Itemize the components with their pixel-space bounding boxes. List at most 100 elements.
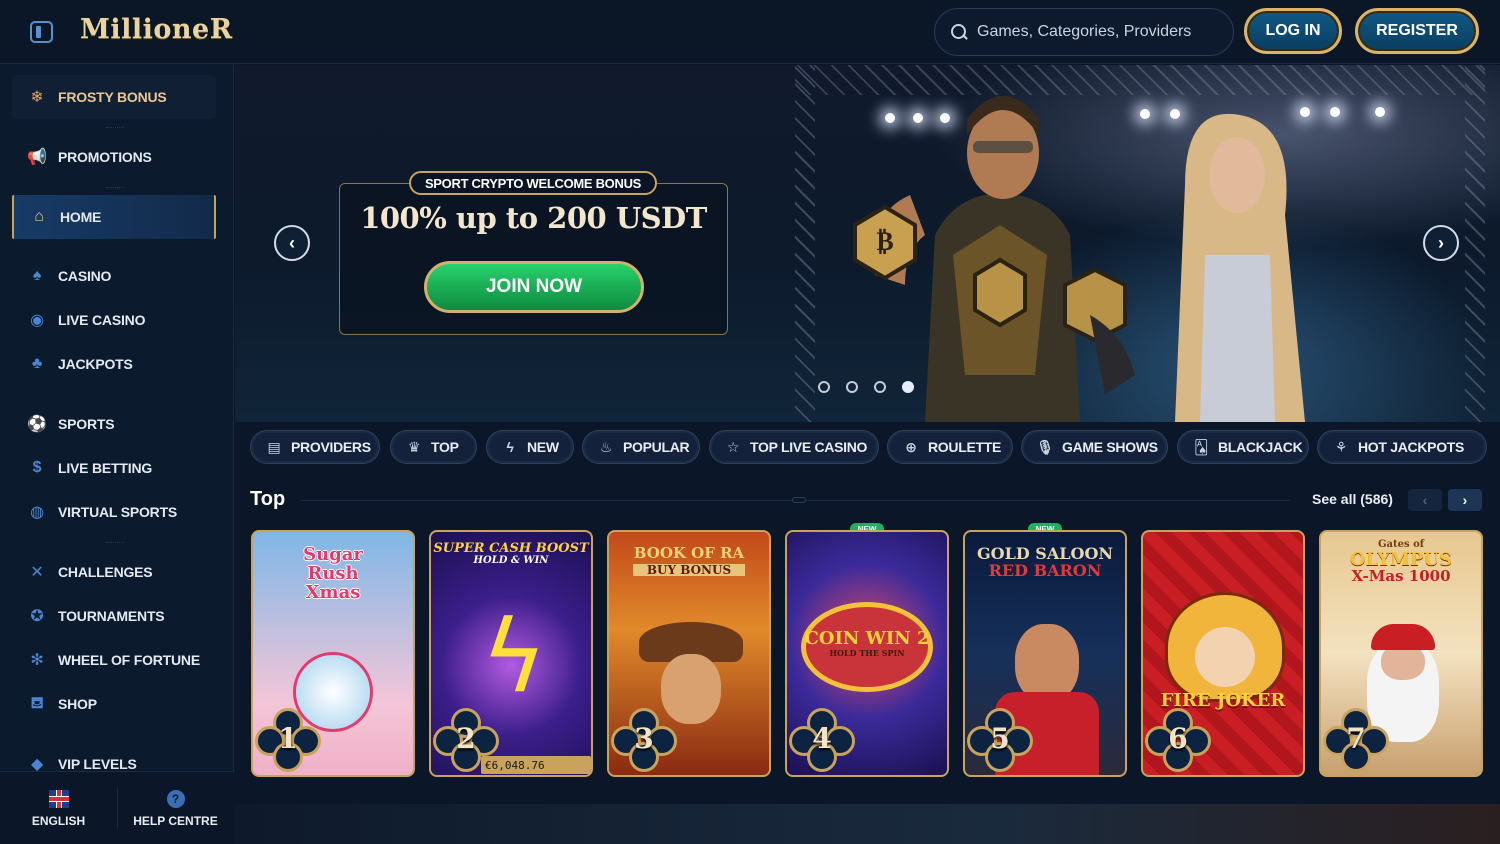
carousel-prev-button[interactable]: ‹: [274, 225, 310, 261]
home-icon: ⌂: [34, 208, 44, 225]
sidebar-item-label: PROMOTIONS: [58, 149, 152, 165]
tab-roulette[interactable]: ⊕ ROULETTE: [887, 430, 1013, 464]
carousel-dot-active[interactable]: [902, 381, 914, 393]
game-card[interactable]: FIRE JOKER 6: [1141, 530, 1305, 777]
game-title-line: BUY BONUS: [633, 564, 745, 577]
tab-blackjack[interactable]: 🂡 BLACKJACK: [1177, 430, 1309, 464]
sidebar-item-virtual-sports[interactable]: ◍ VIRTUAL SPORTS: [12, 490, 216, 534]
search-bar[interactable]: [934, 8, 1234, 56]
flame-icon: ♨: [599, 438, 613, 455]
help-centre-link[interactable]: ? HELP CENTRE: [117, 772, 234, 844]
game-card[interactable]: COIN WIN 2 HOLD THE SPIN 4: [785, 530, 949, 777]
sidebar-item-live-betting[interactable]: $ LIVE BETTING: [12, 446, 216, 490]
tab-top[interactable]: ♛ TOP: [390, 430, 477, 464]
tab-hot-jackpots[interactable]: ⚘ HOT JACKPOTS: [1317, 430, 1487, 464]
carousel-dot[interactable]: [874, 381, 886, 393]
sidebar-item-label: TOURNAMENTS: [58, 608, 165, 624]
sidebar-item-shop[interactable]: ⛾ SHOP: [12, 682, 216, 726]
game-title-line: HOLD & WIN: [473, 554, 549, 566]
tab-top-live-casino[interactable]: ☆ TOP LIVE CASINO: [709, 430, 879, 464]
games-next-button[interactable]: ›: [1448, 489, 1482, 511]
tab-new[interactable]: ϟ NEW: [486, 430, 574, 464]
carousel-dots: [818, 381, 914, 393]
game-card[interactable]: BOOK OF RA BUY BONUS 3: [607, 530, 771, 777]
sidebar-item-label: CHALLENGES: [58, 564, 153, 580]
santa-hat-image: [1371, 624, 1435, 650]
lightning-bolt-image: ϟ: [481, 598, 547, 715]
uk-flag-icon: [48, 789, 69, 808]
sidebar-item-tournaments[interactable]: ✪ TOURNAMENTS: [12, 594, 216, 638]
game-title-line: SUPER CASH BOOST: [433, 541, 589, 556]
star-icon: ☆: [726, 438, 740, 455]
sidebar-item-label: LIVE BETTING: [58, 460, 153, 476]
sidebar-item-label: SHOP: [58, 696, 97, 712]
sidebar: ❄ FROSTY BONUS 📢 PROMOTIONS ⌂ HOME ♠ CAS…: [0, 64, 234, 844]
divider: [106, 187, 124, 191]
rank-number: 2: [456, 722, 476, 755]
carousel-dot[interactable]: [818, 381, 830, 393]
globe-icon: ◍: [30, 504, 44, 521]
search-icon: [951, 24, 967, 40]
games-prev-button[interactable]: ‹: [1408, 489, 1442, 511]
rank-badge: 2: [433, 708, 499, 774]
tab-providers[interactable]: ▤ PROVIDERS: [250, 430, 380, 464]
rank-badge: 4: [789, 708, 855, 774]
rank-number: 4: [812, 722, 832, 755]
section-title: Top: [250, 488, 286, 510]
chevron-right-icon: ›: [1462, 492, 1468, 508]
sidebar-item-label: CASINO: [58, 268, 112, 284]
stage-light: [1330, 107, 1340, 117]
sidebar-item-challenges[interactable]: ✕ CHALLENGES: [12, 550, 216, 594]
stage-truss: [795, 65, 815, 422]
game-card[interactable]: SUPER CASH BOOST HOLD & WIN ϟ €6,048.76 …: [429, 530, 593, 777]
game-card[interactable]: GOLD SALOON RED BARON 5: [963, 530, 1127, 777]
sidebar-toggle-icon[interactable]: [30, 21, 53, 43]
hero-banner[interactable]: ₿ SPORT CRYPTO WELCOME BONUS 100% up to …: [235, 65, 1500, 422]
sidebar-item-wheel-of-fortune[interactable]: ✻ WHEEL OF FORTUNE: [12, 638, 216, 682]
stage-truss: [1465, 65, 1485, 422]
microphone-icon: 🎙: [1036, 438, 1054, 455]
carousel-dot[interactable]: [846, 381, 858, 393]
chevron-left-icon: ‹: [1422, 492, 1428, 508]
language-label: ENGLISH: [31, 813, 86, 828]
lightning-icon: ϟ: [506, 439, 514, 455]
site-logo[interactable]: MillioneR: [80, 14, 233, 45]
sidebar-item-jackpots[interactable]: ♣ JACKPOTS: [12, 342, 216, 386]
tab-popular[interactable]: ♨ POPULAR: [582, 430, 700, 464]
tab-label: HOT JACKPOTS: [1358, 439, 1465, 455]
carousel-next-button[interactable]: ›: [1423, 225, 1459, 261]
rank-badge: 3: [611, 708, 677, 774]
svg-text:₿: ₿: [876, 227, 893, 257]
rank-badge: 7: [1323, 708, 1389, 774]
promo-tag: SPORT CRYPTO WELCOME BONUS: [409, 171, 657, 195]
game-card[interactable]: Gates of OLYMPUS X-Mas 1000 7: [1319, 530, 1483, 777]
sidebar-item-frosty-bonus[interactable]: ❄ FROSTY BONUS: [12, 75, 216, 119]
promo-title: 100% up to 200 USDT: [360, 201, 707, 235]
join-now-button[interactable]: JOIN NOW: [424, 261, 644, 313]
divider: [106, 542, 124, 546]
login-button[interactable]: LOG IN: [1244, 8, 1342, 54]
game-title: SUPER CASH BOOST HOLD & WIN: [431, 542, 591, 566]
sidebar-item-label: VIP LEVELS: [58, 756, 137, 772]
game-title-line: BOOK OF RA: [633, 544, 745, 562]
horn-icon: ⚘: [1334, 438, 1348, 455]
sidebar-item-sports[interactable]: ⚽ SPORTS: [12, 402, 216, 446]
sidebar-item-home[interactable]: ⌂ HOME: [12, 195, 216, 239]
basket-icon: ⛾: [30, 695, 44, 712]
sidebar-item-promotions[interactable]: 📢 PROMOTIONS: [12, 135, 216, 179]
sidebar-item-live-casino[interactable]: ◉ LIVE CASINO: [12, 298, 216, 342]
game-card[interactable]: Sugar Rush Xmas 1: [251, 530, 415, 777]
book-icon: ▤: [267, 438, 281, 455]
language-selector[interactable]: ENGLISH: [0, 772, 117, 844]
search-input[interactable]: [977, 23, 1217, 41]
game-title: BOOK OF RA BUY BONUS: [609, 544, 769, 577]
category-tabs: ▤ PROVIDERS ♛ TOP ϟ NEW ♨ POPULAR ☆ TOP …: [235, 422, 1500, 472]
help-icon: ?: [166, 789, 185, 808]
tab-label: POPULAR: [623, 439, 690, 455]
tab-game-shows[interactable]: 🎙 GAME SHOWS: [1021, 430, 1168, 464]
megaphone-icon: 📢: [27, 149, 47, 166]
register-button[interactable]: REGISTER: [1355, 8, 1479, 54]
see-all-link[interactable]: See all (586): [1312, 491, 1393, 507]
sidebar-item-casino[interactable]: ♠ CASINO: [12, 254, 216, 298]
game-title-line: COIN WIN 2: [804, 628, 930, 649]
